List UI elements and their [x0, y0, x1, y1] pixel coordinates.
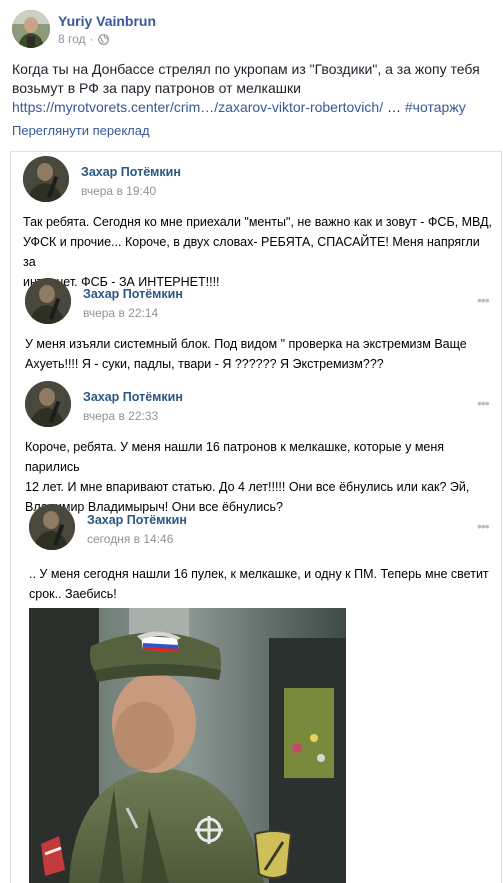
post-hashtag[interactable]: #чотаржу — [405, 99, 466, 115]
commenter-avatar — [23, 156, 69, 202]
comment: Захар Потёмкин сегодня в 14:46 ••• .. У … — [29, 504, 501, 601]
more-dots-icon[interactable]: ••• — [477, 395, 490, 411]
commenter-name: Захар Потёмкин — [83, 287, 183, 301]
comment-line: У меня изъяли системный блок. Под видом … — [25, 337, 467, 351]
commenter-avatar — [29, 504, 75, 550]
see-translation-link[interactable]: Переглянути переклад — [12, 123, 150, 138]
comment-photo[interactable] — [29, 608, 346, 883]
comment-time: вчера в 19:40 — [81, 184, 157, 198]
comment-line: Короче, ребята. У меня нашли 16 патронов… — [25, 440, 445, 474]
commenter-avatar — [25, 278, 71, 324]
comment-time: вчера в 22:33 — [83, 409, 159, 423]
comment-text: .. У меня сегодня нашли 16 пулек, к мелк… — [29, 564, 501, 604]
more-dots-icon[interactable]: ••• — [477, 292, 490, 308]
post-link[interactable]: https://myrotvorets.center/crim…/zaxarov… — [12, 99, 383, 115]
more-dots-icon[interactable]: ••• — [477, 518, 490, 534]
comment-line: срок.. Заебись! — [29, 587, 117, 601]
post-time[interactable]: 8 год — [58, 32, 86, 46]
post-meta: 8 год · — [58, 32, 109, 46]
post-ellipsis: … — [383, 99, 405, 115]
commenter-avatar — [25, 381, 71, 427]
post-text-line: Когда ты на Донбассе стрелял по укропам … — [12, 61, 480, 77]
comment-text: У меня изъяли системный блок. Под видом … — [25, 334, 495, 374]
comment-line: Так ребята. Сегодня ко мне приехали "мен… — [23, 215, 493, 229]
author-avatar[interactable] — [12, 10, 50, 48]
comment-line: Ахуеть!!!! Я - суки, падлы, твари - Я ??… — [25, 357, 384, 371]
comment: Захар Потёмкин вчера в 19:40 Так ребята.… — [23, 156, 493, 289]
comment-line: 12 лет. И мне впаривают статью. До 4 лет… — [25, 480, 470, 494]
author-name[interactable]: Yuriy Vainbrun — [58, 13, 156, 29]
embedded-screenshot: Захар Потёмкин вчера в 19:40 Так ребята.… — [10, 151, 502, 883]
comment-time: сегодня в 14:46 — [87, 532, 174, 546]
commenter-name: Захар Потёмкин — [81, 165, 181, 179]
post-header: Yuriy Vainbrun 8 год · — [12, 10, 492, 54]
commenter-name: Захар Потёмкин — [87, 513, 187, 527]
post-link-line: https://myrotvorets.center/crim…/zaxarov… — [12, 98, 494, 117]
globe-icon — [97, 33, 109, 45]
post-text: Когда ты на Донбассе стрелял по укропам … — [12, 60, 494, 117]
meta-separator: · — [89, 32, 94, 46]
comment-time: вчера в 22:14 — [83, 306, 159, 320]
post-text-line: возьмут в РФ за пару патронов от мелкашк… — [12, 80, 301, 96]
comment-line: УФСК и прочие... Короче, в двух словах- … — [23, 235, 480, 269]
comment-line: .. У меня сегодня нашли 16 пулек, к мелк… — [29, 567, 489, 581]
commenter-name: Захар Потёмкин — [83, 390, 183, 404]
comment: Захар Потёмкин вчера в 22:33 ••• Короче,… — [25, 381, 501, 514]
comment: Захар Потёмкин вчера в 22:14 ••• У меня … — [25, 278, 501, 374]
